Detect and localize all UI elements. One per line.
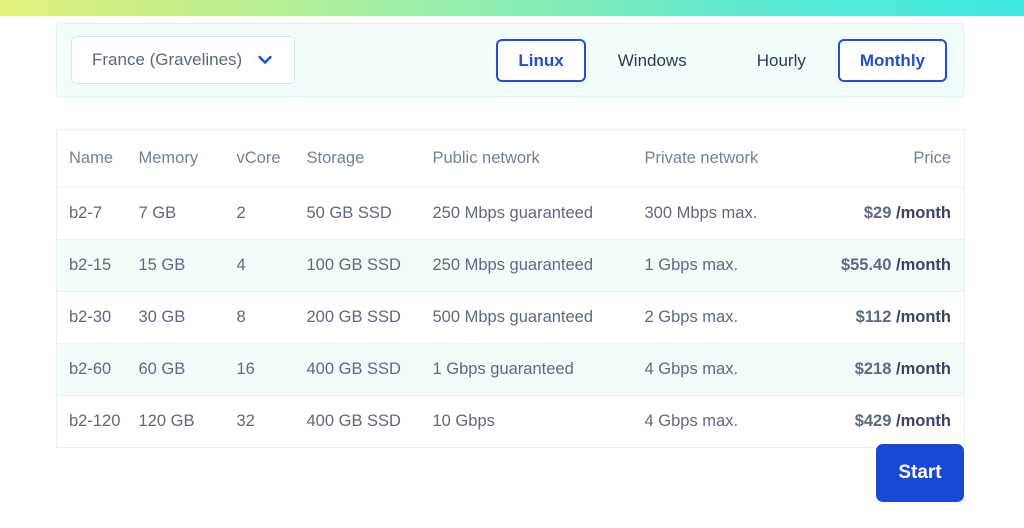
column-header-memory: Memory <box>138 129 237 188</box>
table-row[interactable]: b2-30 30 GB 8 200 GB SSD 500 Mbps guaranteed… <box>56 291 965 344</box>
cell-vcore: 16 <box>236 343 307 396</box>
cell-memory: 120 GB <box>138 412 195 430</box>
cell-name: b2-7 <box>56 187 139 240</box>
cell-private-network: 300 Mbps max. <box>644 187 830 240</box>
top-gradient-bar <box>0 0 1024 16</box>
price-amount: $429 <box>854 412 892 430</box>
column-header-vcore: vCore <box>236 129 307 188</box>
cell-name: b2-15 <box>56 239 139 292</box>
tab-hourly[interactable]: Hourly <box>735 39 828 82</box>
price-period: /month <box>896 204 951 222</box>
price-period: /month <box>896 256 951 274</box>
cell-vcore: 2 <box>236 187 307 240</box>
column-header-storage: Storage <box>306 129 433 188</box>
cell-private-network: 1 Gbps max. <box>644 239 830 292</box>
cell-name: b2-120 <box>69 412 121 430</box>
table-row[interactable]: b2-120 120 GB 32 400 GB SSD 10 Gbps 4 Gbps ma… <box>57 396 965 448</box>
table-header: Name Memory vCore Storage Public network… <box>56 129 965 188</box>
cell-vcore: 32 <box>236 412 255 430</box>
filter-bar: France (Gravelines) Linux Windows Hourly… <box>56 23 964 97</box>
cell-price: $55.40 /month <box>829 239 965 292</box>
toggle-groups: Linux Windows Hourly Monthly <box>496 38 947 82</box>
cell-public-network: 10 Gbps <box>432 412 495 430</box>
cell-price: $112 /month <box>829 291 965 344</box>
cell-price: $29 /month <box>829 187 965 240</box>
cell-storage: 400 GB SSD <box>306 412 401 430</box>
cell-vcore: 8 <box>236 291 307 344</box>
table-row[interactable]: b2-60 60 GB 16 400 GB SSD 1 Gbps guaranteed 4… <box>56 343 965 396</box>
cell-name: b2-60 <box>56 343 139 396</box>
cell-private-network: 4 Gbps max. <box>644 412 739 430</box>
table-row[interactable]: b2-7 7 GB 2 50 GB SSD 250 Mbps guaranteed 300… <box>56 187 965 240</box>
price-amount: $55.40 <box>840 256 892 274</box>
cell-private-network: 4 Gbps max. <box>644 343 830 396</box>
cell-price: $429 /month <box>830 396 965 448</box>
column-header-private-network: Private network <box>644 129 830 188</box>
price-amount: $218 <box>854 360 892 378</box>
cell-vcore: 4 <box>236 239 307 292</box>
column-header-name: Name <box>56 129 139 188</box>
cell-public-network: 1 Gbps guaranteed <box>432 343 645 396</box>
table-header-row: Name Memory vCore Storage Public network… <box>56 129 965 188</box>
price-period: /month <box>896 412 951 430</box>
chevron-down-icon <box>256 51 274 69</box>
price-period: /month <box>896 308 951 326</box>
region-select[interactable]: France (Gravelines) <box>71 36 296 84</box>
tab-windows[interactable]: Windows <box>596 39 709 82</box>
column-header-public-network: Public network <box>432 129 645 188</box>
column-header-price: Price <box>829 129 965 188</box>
billing-toggle-group: Hourly Monthly <box>735 38 947 82</box>
tab-linux[interactable]: Linux <box>496 38 586 82</box>
cell-memory: 60 GB <box>138 343 237 396</box>
page-container: France (Gravelines) Linux Windows Hourly… <box>0 16 1024 528</box>
region-select-label: France (Gravelines) <box>92 50 243 69</box>
cell-private-network: 2 Gbps max. <box>644 291 830 344</box>
cell-memory: 7 GB <box>138 187 237 240</box>
cell-storage: 50 GB SSD <box>306 187 433 240</box>
table-row[interactable]: b2-15 15 GB 4 100 GB SSD 250 Mbps guaranteed… <box>56 239 965 292</box>
cell-public-network: 500 Mbps guaranteed <box>432 291 645 344</box>
start-button[interactable]: Start <box>876 444 964 502</box>
price-amount: $29 <box>863 204 892 222</box>
cell-storage: 400 GB SSD <box>306 343 433 396</box>
cell-public-network: 250 Mbps guaranteed <box>432 187 645 240</box>
cell-public-network: 250 Mbps guaranteed <box>432 239 645 292</box>
plans-table: Name Memory vCore Storage Public network… <box>56 129 965 448</box>
cell-price: $218 /month <box>829 343 965 396</box>
price-period: /month <box>896 360 951 378</box>
cell-memory: 15 GB <box>138 239 237 292</box>
table-body: b2-7 7 GB 2 50 GB SSD 250 Mbps guaranteed 300… <box>56 187 965 448</box>
cell-storage: 200 GB SSD <box>306 291 433 344</box>
cell-storage: 100 GB SSD <box>306 239 433 292</box>
tab-monthly[interactable]: Monthly <box>837 38 947 82</box>
cell-memory: 30 GB <box>138 291 237 344</box>
cell-name: b2-30 <box>56 291 139 344</box>
price-amount: $112 <box>855 308 892 326</box>
os-toggle-group: Linux Windows <box>496 38 709 82</box>
